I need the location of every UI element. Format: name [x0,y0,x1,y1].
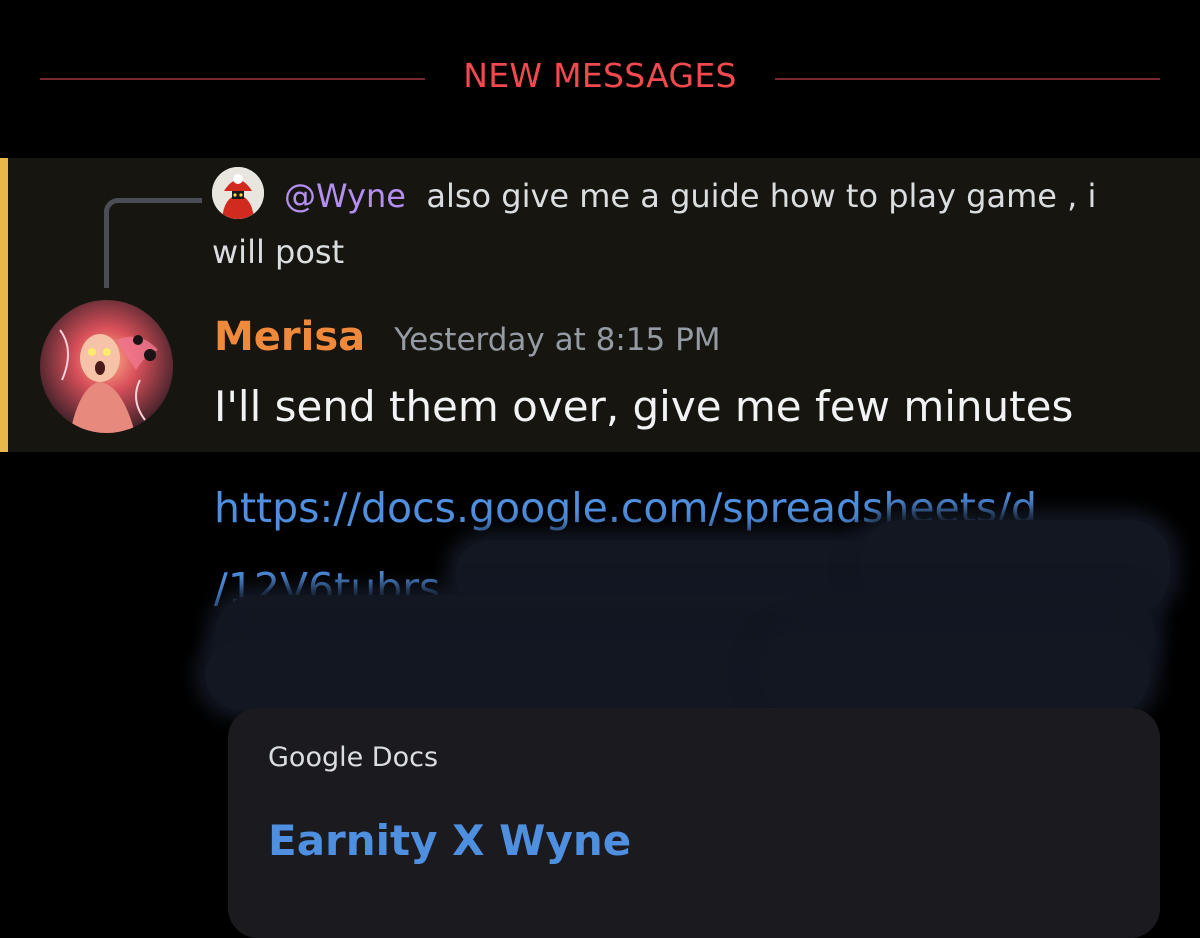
link-embed[interactable]: Google Docs Earnity X Wyne [228,708,1160,938]
new-messages-divider: NEW MESSAGES [0,0,1200,160]
reply-preview[interactable]: @Wyne also give me a guide how to play g… [212,168,1142,280]
reply-connector [104,198,202,288]
embed-provider: Google Docs [268,742,439,773]
reply-mention[interactable]: @Wyne [284,177,406,215]
redaction-mark [760,630,1150,715]
author-avatar[interactable] [40,300,173,433]
message-content: I'll send them over, give me few minutes [214,382,1074,431]
chat-message[interactable]: @Wyne also give me a guide how to play g… [0,158,1200,452]
divider-line-right [775,78,1160,80]
new-messages-label: NEW MESSAGES [463,56,737,95]
mention-highlight-bar [0,158,8,452]
redaction-mark [205,640,785,710]
message-header: Merisa Yesterday at 8:15 PM [214,314,721,360]
message-timestamp: Yesterday at 8:15 PM [394,322,721,358]
embed-title[interactable]: Earnity X Wyne [268,816,631,865]
glowing-figure-avatar-icon [40,300,173,433]
divider-line-left [40,78,425,80]
author-name[interactable]: Merisa [214,314,365,360]
